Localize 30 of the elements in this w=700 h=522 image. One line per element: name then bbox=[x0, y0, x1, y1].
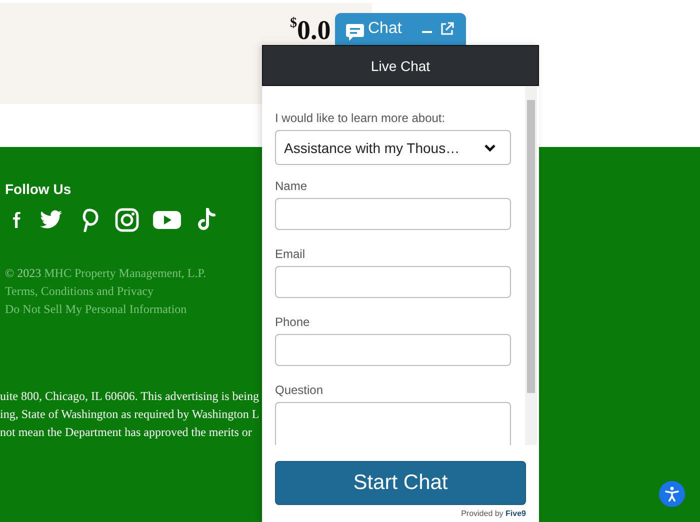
field-label: I would like to learn more about: bbox=[275, 111, 446, 126]
input-field[interactable] bbox=[275, 198, 511, 230]
footer-link[interactable]: Terms, Conditions and Privacy bbox=[5, 284, 154, 298]
provided-by-text: Provided by Five9 bbox=[460, 509, 526, 518]
play-icon[interactable] bbox=[153, 210, 181, 230]
chat-bubble-icon bbox=[345, 22, 365, 42]
start-chat-button[interactable]: Start Chat bbox=[275, 461, 526, 505]
chat-tab-label: Chat bbox=[368, 20, 402, 38]
camera-icon[interactable] bbox=[115, 208, 139, 232]
field-label: Name bbox=[275, 179, 308, 194]
accessibility-icon bbox=[664, 486, 680, 502]
legal-text-line: not mean the Department has approved the merits or bbox=[0, 424, 252, 441]
chat-tab[interactable]: Chat bbox=[335, 13, 466, 45]
chat-header: Live Chat bbox=[262, 45, 539, 86]
scrollbar[interactable] bbox=[525, 86, 537, 445]
follow-title: Follow Us bbox=[5, 180, 72, 198]
popout-icon[interactable] bbox=[440, 22, 454, 36]
footer-link[interactable]: Do Not Sell My Personal Information bbox=[5, 302, 187, 316]
field-label: Email bbox=[275, 247, 306, 262]
price: $^{$}$0.0 bbox=[290, 15, 331, 46]
legal-text-line: ing, State of Washington as required by Washington L bbox=[0, 406, 260, 423]
field-label: Phone bbox=[275, 315, 311, 330]
legal-text-line: uite 800, Chicago, IL 60606. This advertising is being bbox=[0, 388, 259, 405]
field-label: Question bbox=[275, 383, 324, 398]
input-field[interactable] bbox=[275, 266, 511, 298]
copyright-text: © 2023 bbox=[5, 266, 42, 280]
chevron-down-icon bbox=[484, 144, 496, 152]
input-field[interactable] bbox=[275, 334, 511, 366]
company-link[interactable]: MHC Property Management, L.P. bbox=[44, 266, 206, 280]
dropdown[interactable]: Assistance with my Thous… bbox=[275, 130, 511, 165]
